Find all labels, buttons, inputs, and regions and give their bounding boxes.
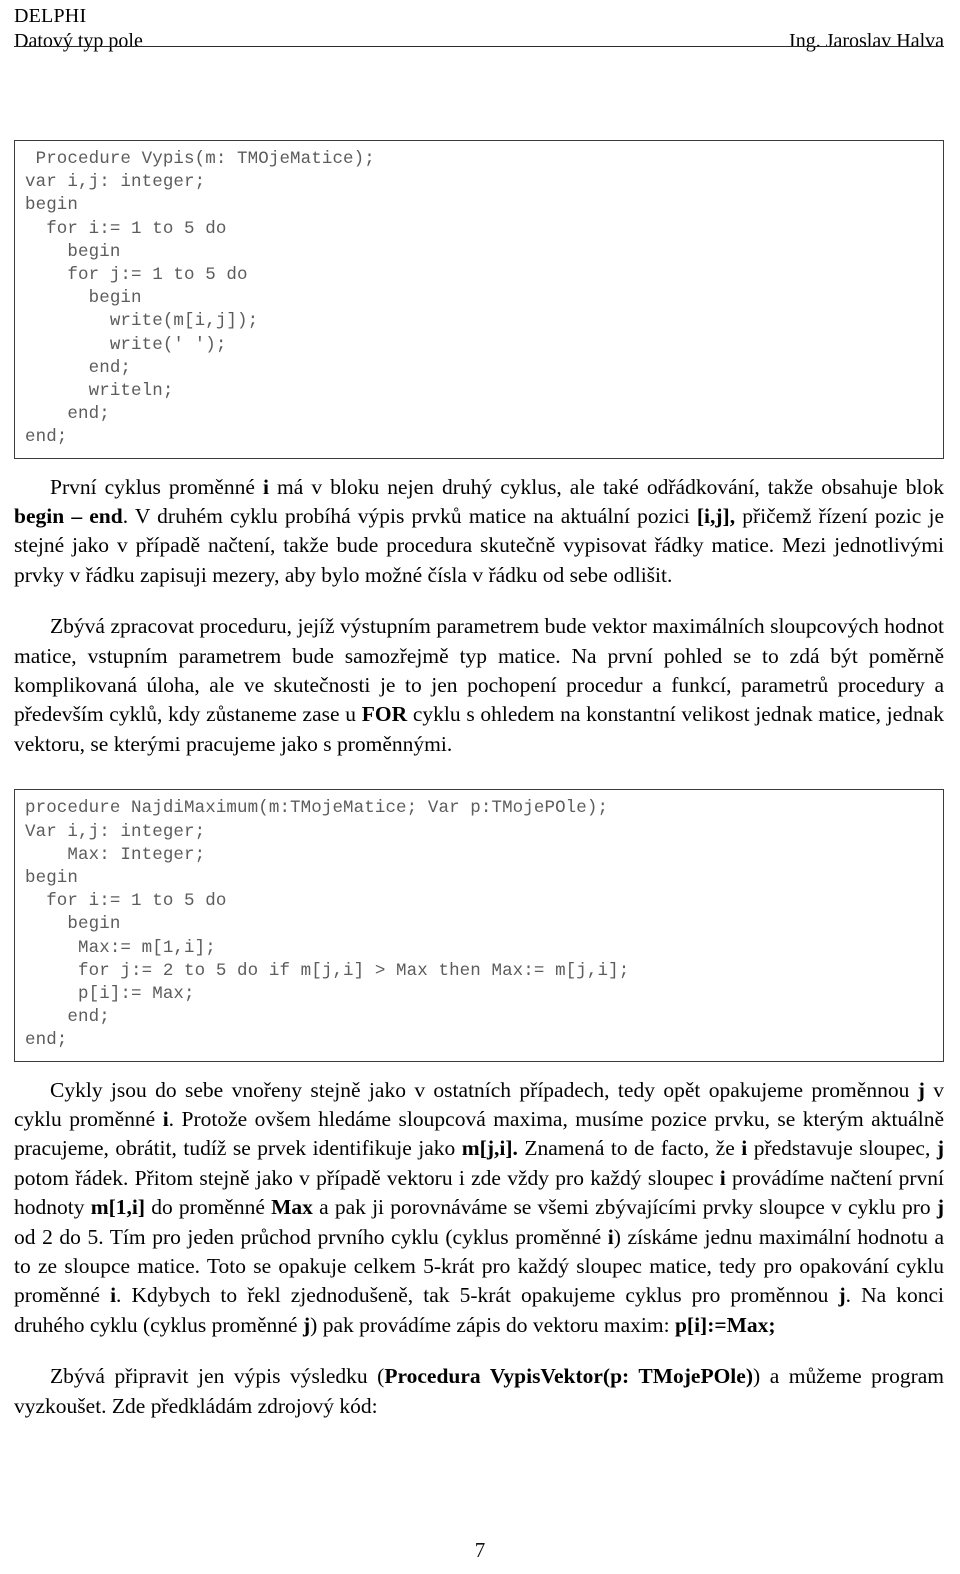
paragraph-vypisvektor: Zbývá připravit jen výpis výsledku (Proc…: [14, 1362, 944, 1421]
p3-bold-j-1: j: [917, 1077, 925, 1102]
p3-bold-m1i: m[1,i]: [90, 1195, 146, 1220]
p2-bold-for: FOR: [361, 702, 408, 727]
p4-bold-procedura: Procedura VypisVektor(p: TMojePOle): [384, 1364, 753, 1389]
p3-seg12: . Kdybych to řekl zjednodušeně, tak 5-kr…: [116, 1283, 839, 1308]
page-number: 7: [474, 1538, 486, 1562]
p3-seg10: od 2 do 5. Tím pro jeden průchod prvního…: [14, 1224, 608, 1249]
header-author: Ing. Jaroslav Halva: [789, 30, 944, 52]
paragraph-remaining-procedure: Zbývá zpracovat proceduru, jejíž výstupn…: [14, 612, 944, 759]
document-body: Procedure Vypis(m: TMOjeMatice); var i,j…: [14, 140, 944, 1421]
paragraph-first-cycle: První cyklus proměnné i má v bloku nejen…: [14, 473, 944, 591]
p3-seg9: a pak ji porovnáváme se všemi zbývajícím…: [312, 1195, 937, 1220]
p3-bold-j-2: j: [936, 1136, 944, 1161]
header-row-subtitle-author: Datový typ pole Ing. Jaroslav Halva: [14, 29, 944, 54]
p3-bold-mji: m[j,i].: [461, 1136, 518, 1161]
p1-seg3: . V druhém cyklu probíhá výpis prvků mat…: [122, 504, 697, 529]
p3-seg6: potom řádek. Přitom stejně jako v případ…: [14, 1165, 720, 1190]
code-block-najdimaximum: procedure NajdiMaximum(m:TMojeMatice; Va…: [14, 789, 944, 1062]
p1-seg1: První cyklus proměnné: [50, 474, 263, 499]
p1-seg2: má v bloku nejen druhý cyklus, ale také …: [268, 474, 944, 499]
p3-bold-max: Max: [271, 1195, 313, 1220]
code-text-najdimaximum: procedure NajdiMaximum(m:TMojeMatice; Va…: [25, 798, 630, 1051]
p1-bold-begin-end: begin – end: [14, 504, 123, 529]
document-page: DELPHI Datový typ pole Ing. Jaroslav Hal…: [0, 0, 960, 1574]
header-subtitle: Datový typ pole: [14, 30, 143, 52]
p3-bold-pi-max: p[i]:=Max;: [674, 1312, 776, 1337]
header-divider: [14, 46, 944, 47]
code-block-vypis: Procedure Vypis(m: TMOjeMatice); var i,j…: [14, 140, 944, 459]
header-course-title: DELPHI: [14, 5, 87, 27]
p3-seg4: Znamená to de facto, že: [517, 1136, 742, 1161]
code-text-vypis: Procedure Vypis(m: TMOjeMatice); var i,j…: [25, 149, 375, 448]
p3-bold-j-3: j: [936, 1195, 944, 1220]
p3-seg5: představuje sloupec,: [747, 1136, 937, 1161]
p3-seg8: do proměnné: [145, 1195, 272, 1220]
p4-seg1: Zbývá připravit jen výpis výsledku (: [50, 1364, 385, 1389]
p3-seg14: ) pak provádíme zápis do vektoru maxim:: [310, 1312, 675, 1337]
paragraph-nested-cycles: Cykly jsou do sebe vnořeny stejně jako v…: [14, 1076, 944, 1341]
p3-bold-j-4: j: [838, 1283, 846, 1308]
p3-seg1: Cykly jsou do sebe vnořeny stejně jako v…: [50, 1077, 918, 1102]
p1-bold-ij: [i,j],: [696, 504, 736, 529]
